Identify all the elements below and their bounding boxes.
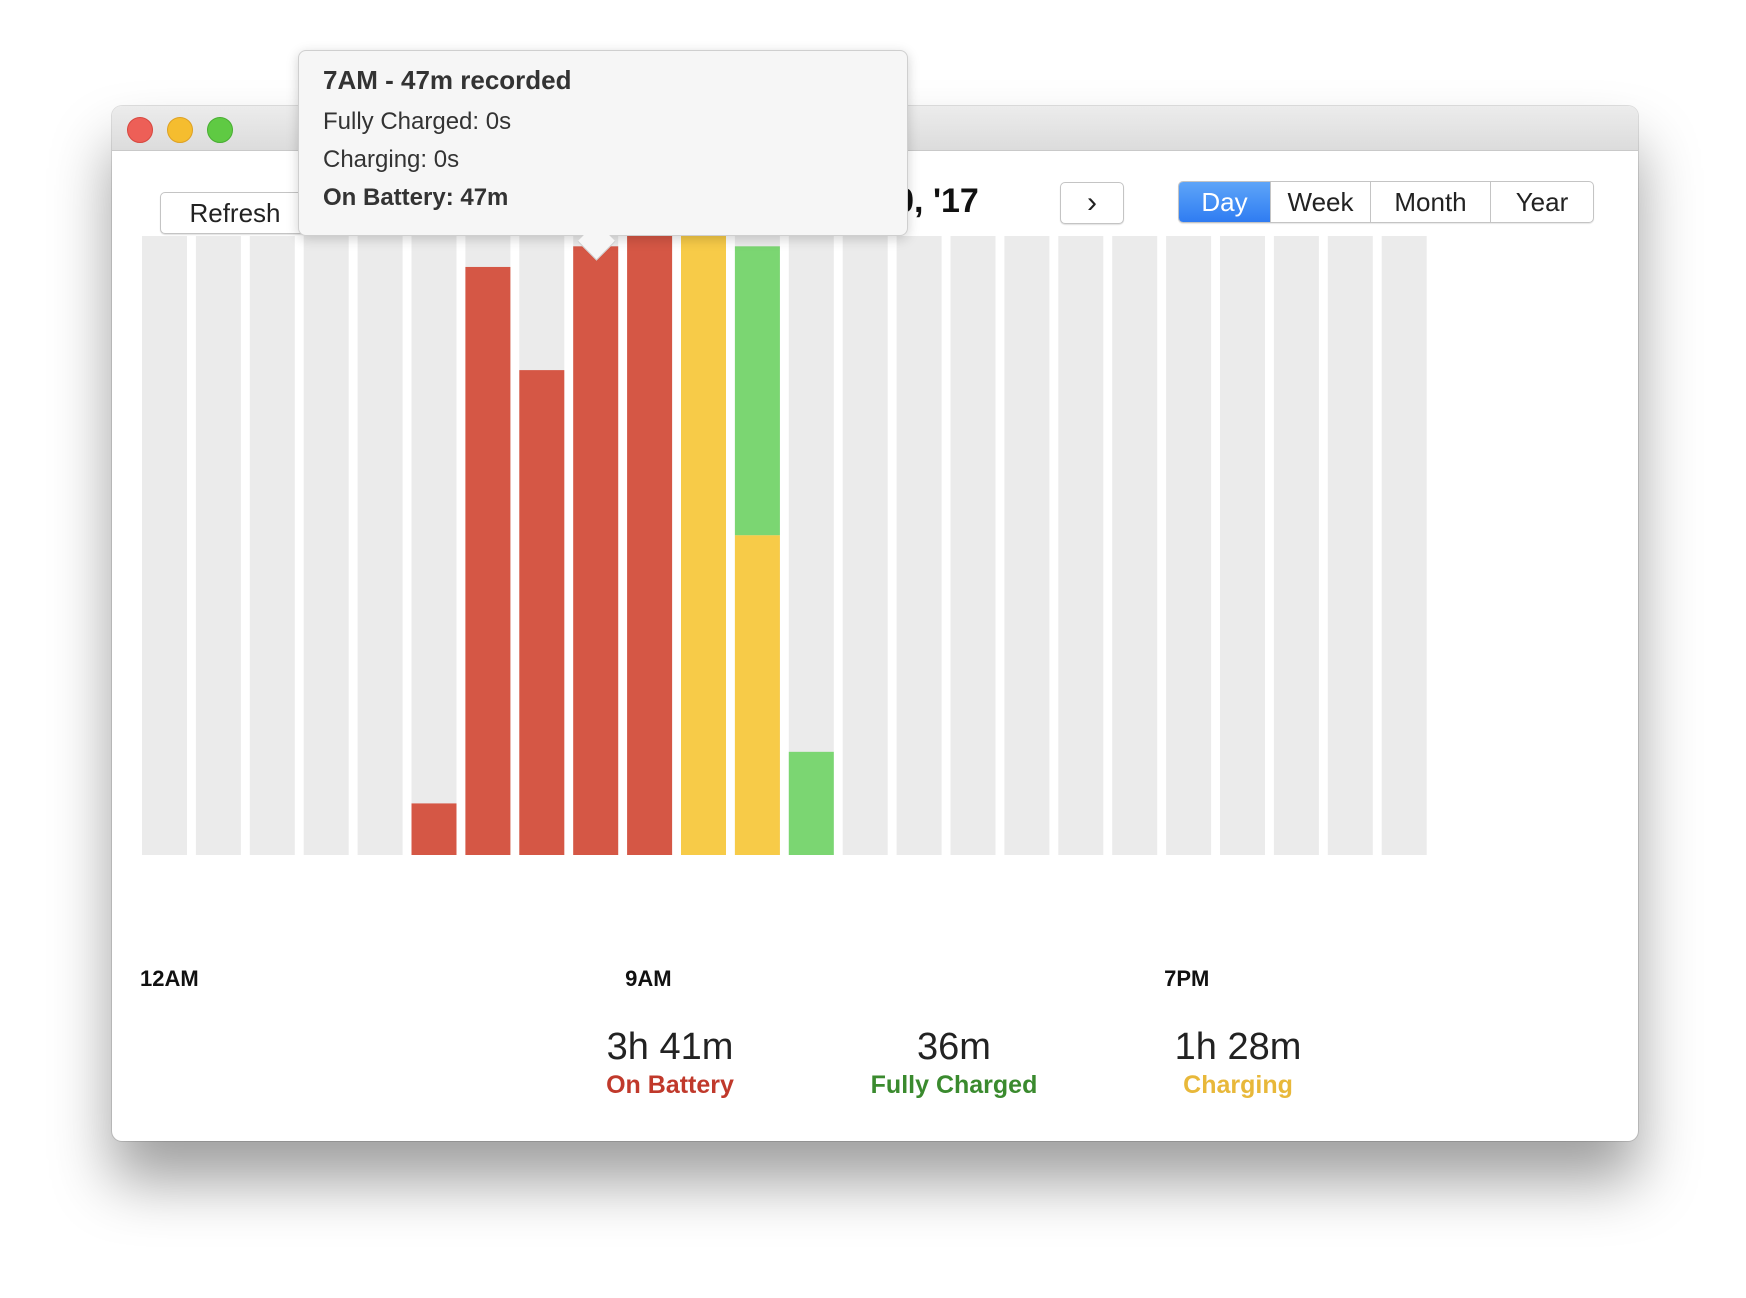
bar-11AM-fully-charged[interactable] xyxy=(734,246,780,536)
summary-fully-charged-value: 36m xyxy=(917,1026,991,1068)
bar-background-2AM[interactable] xyxy=(249,236,295,855)
summary-charging-value: 1h 28m xyxy=(1174,1026,1302,1068)
tooltip-on-battery: On Battery: 47m xyxy=(323,184,509,211)
bar-background-4PM[interactable] xyxy=(1004,236,1050,855)
bar-background-10PM[interactable] xyxy=(1327,236,1373,855)
bar-background-8PM[interactable] xyxy=(1220,236,1265,855)
bar-background-12AM[interactable] xyxy=(142,236,187,855)
battery-history-window: tory Refresh 0, '17 › Day Week Month Yea… xyxy=(112,106,1638,1141)
bar-background-5AM[interactable] xyxy=(411,236,457,855)
summary-charging-label: Charging xyxy=(1183,1071,1293,1099)
bar-background-1AM[interactable] xyxy=(195,236,241,855)
x-tick-7PM: 7PM xyxy=(1164,966,1210,991)
bar-background-2PM[interactable] xyxy=(896,236,942,855)
summary-on-battery-value: 3h 41m xyxy=(606,1026,734,1068)
bar-9AM-on-battery[interactable] xyxy=(627,236,673,855)
summary-charging: 1h 28m Charging xyxy=(1118,1026,1358,1100)
bar-background-11PM[interactable] xyxy=(1381,236,1427,855)
bar-8AM-on-battery[interactable] xyxy=(573,246,619,856)
bar-background-5PM[interactable] xyxy=(1058,236,1104,855)
bar-background-7PM[interactable] xyxy=(1166,236,1212,855)
bar-10AM-charging[interactable] xyxy=(681,236,726,855)
bar-11AM-charging[interactable] xyxy=(734,535,780,855)
bar-5AM-on-battery[interactable] xyxy=(411,803,457,855)
bar-background-3AM[interactable] xyxy=(303,236,349,855)
bar-7AM-on-battery[interactable] xyxy=(519,370,565,855)
tooltip-charging: Charging: 0s xyxy=(323,146,460,173)
summary-on-battery: 3h 41m On Battery xyxy=(550,1026,790,1100)
x-tick-9AM: 9AM xyxy=(625,966,672,991)
bar-6AM-on-battery[interactable] xyxy=(465,266,511,855)
summary-on-battery-label: On Battery xyxy=(606,1071,734,1099)
bar-background-9PM[interactable] xyxy=(1273,236,1319,855)
bar-background-1PM[interactable] xyxy=(842,236,888,855)
bar-background-4AM[interactable] xyxy=(357,236,403,855)
tooltip-title: 7AM - 47m recorded xyxy=(323,65,572,95)
tooltip-fully-charged: Fully Charged: 0s xyxy=(323,108,512,135)
hour-tooltip: 7AM - 47m recorded Fully Charged: 0s Cha… xyxy=(298,50,908,236)
usage-bar-chart xyxy=(142,236,1427,856)
summary-fully-charged-label: Fully Charged xyxy=(870,1071,1038,1099)
bar-12PM-fully-charged[interactable] xyxy=(788,751,834,855)
summary-fully-charged: 36m Fully Charged xyxy=(834,1026,1074,1100)
bar-background-6PM[interactable] xyxy=(1112,236,1158,855)
x-tick-12AM: 12AM xyxy=(140,966,199,991)
bar-background-3PM[interactable] xyxy=(950,236,996,855)
